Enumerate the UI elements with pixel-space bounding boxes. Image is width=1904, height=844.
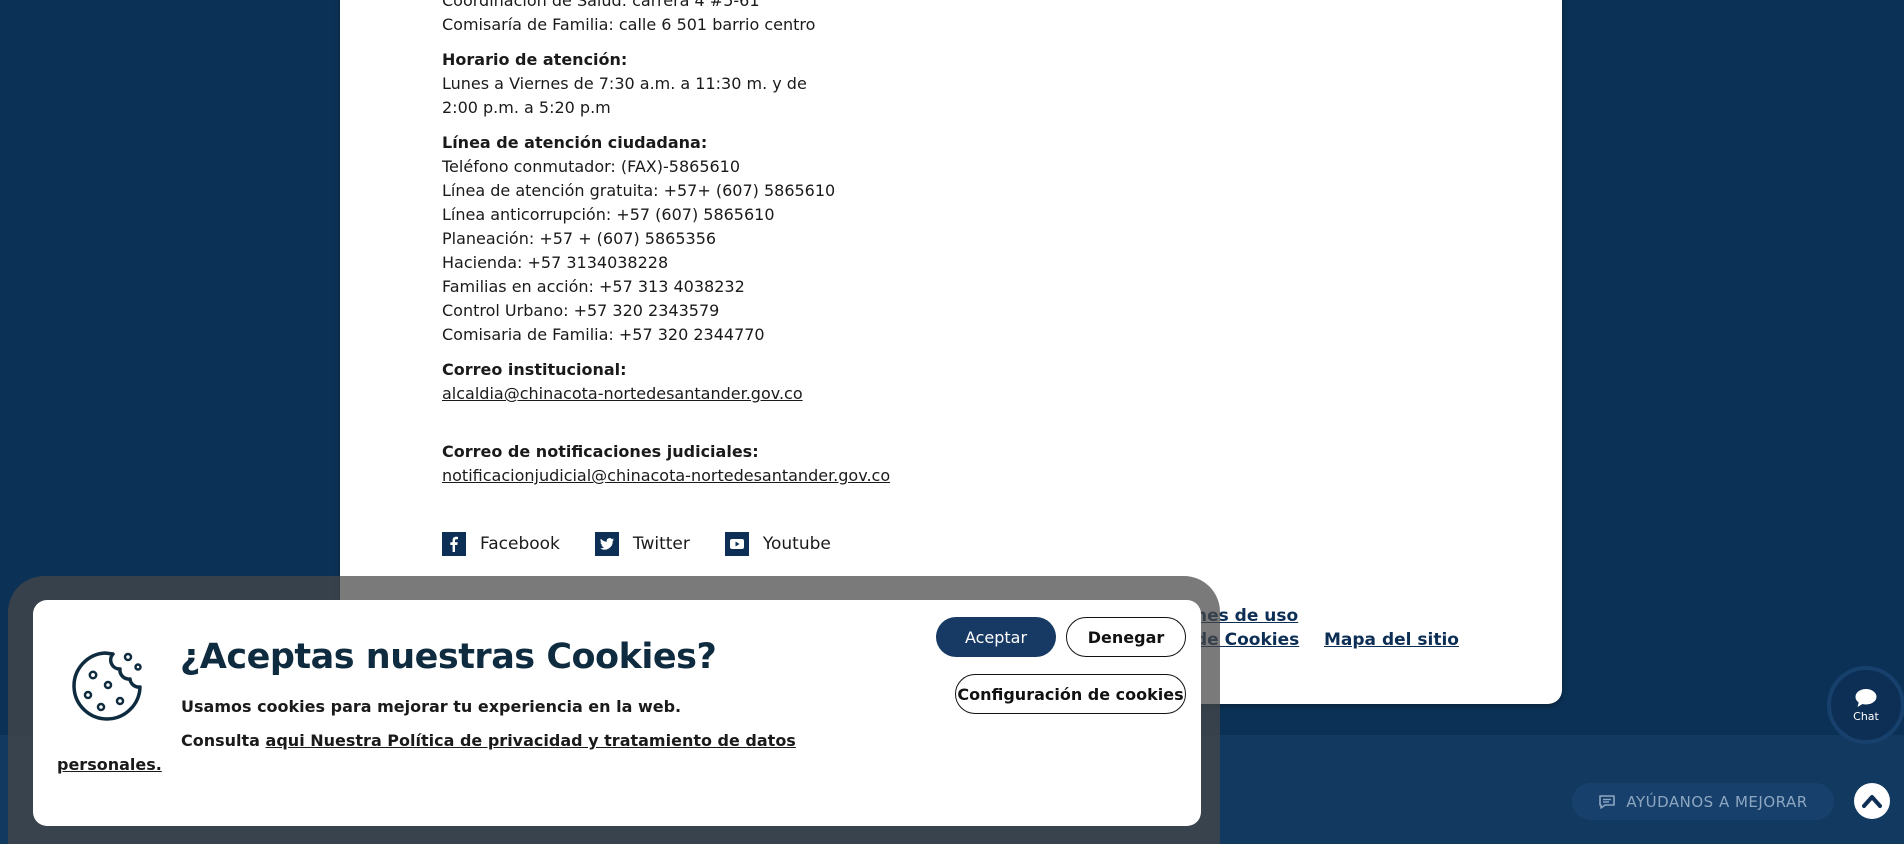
feedback-icon: [1599, 794, 1616, 809]
cookie-description: Usamos cookies para mejorar tu experienc…: [181, 697, 682, 716]
phone-item: Planeación: +57 + (607) 5865356: [442, 229, 717, 248]
citizen-line-heading: Línea de atención ciudadana:: [442, 133, 708, 152]
cookie-policy-text: Consulta aqui Nuestra Política de privac…: [181, 731, 796, 750]
phone-item: Línea anticorrupción: +57 (607) 5865610: [442, 205, 775, 224]
cookie-policy-text-cont: personales.: [57, 755, 162, 774]
privacy-policy-link-cont[interactable]: personales.: [57, 755, 162, 774]
phone-item: Control Urbano: +57 320 2343579: [442, 301, 720, 320]
phone-item: Familias en acción: +57 313 4038232: [442, 277, 745, 296]
schedule-heading: Horario de atención:: [442, 50, 628, 69]
cookie-settings-button[interactable]: Configuración de cookies: [955, 674, 1186, 714]
chat-button[interactable]: Chat: [1827, 666, 1904, 744]
youtube-link[interactable]: Youtube: [724, 532, 831, 556]
footer-sitemap-link[interactable]: Mapa del sitio: [1324, 630, 1459, 650]
chat-bubble-icon: [1855, 688, 1877, 707]
family-office-address: Comisaría de Familia: calle 6 501 barrio…: [442, 15, 816, 34]
contact-info: Coordinación de Salud: carrera 4 #5-61 C…: [442, 0, 962, 488]
cookie-policy-prefix: Consulta: [181, 731, 266, 750]
chevron-up-icon: [1862, 795, 1882, 808]
phone-item: Teléfono conmutador: (FAX)-5865610: [442, 157, 741, 176]
phone-item: Comisaria de Familia: +57 320 2344770: [442, 325, 765, 344]
facebook-link[interactable]: Facebook: [442, 532, 560, 556]
health-coordination-address: Coordinación de Salud: carrera 4 #5-61: [442, 0, 760, 10]
facebook-icon: [442, 532, 466, 556]
schedule-text: Lunes a Viernes de 7:30 a.m. a 11:30 m. …: [442, 74, 807, 117]
institutional-email-link[interactable]: alcaldia@chinacota-nortedesantander.gov.…: [442, 384, 803, 403]
youtube-icon: [724, 532, 749, 556]
social-links: Facebook Twitter Youtube: [442, 532, 831, 556]
accept-cookies-button[interactable]: Aceptar: [936, 617, 1056, 657]
chat-label: Chat: [1853, 709, 1879, 723]
phone-item: Línea de atención gratuita: +57+ (607) 5…: [442, 181, 836, 200]
judicial-email-link[interactable]: notificacionjudicial@chinacota-nortedesa…: [442, 466, 890, 485]
cookie-icon: [72, 651, 142, 721]
phone-item: Hacienda: +57 3134038228: [442, 253, 669, 272]
feedback-label: AYÚDANOS A MEJORAR: [1626, 792, 1808, 811]
privacy-policy-link[interactable]: aqui Nuestra Política de privacidad y tr…: [266, 731, 796, 750]
twitter-icon: [594, 532, 619, 556]
facebook-label: Facebook: [480, 534, 560, 554]
cookie-title: ¿Aceptas nuestras Cookies?: [180, 637, 717, 677]
email-heading: Correo institucional:: [442, 360, 627, 379]
feedback-button[interactable]: AYÚDANOS A MEJORAR: [1572, 783, 1834, 820]
youtube-label: Youtube: [762, 534, 831, 554]
deny-cookies-button[interactable]: Denegar: [1066, 617, 1186, 657]
twitter-link[interactable]: Twitter: [594, 532, 690, 556]
scroll-top-button[interactable]: [1854, 783, 1890, 819]
judicial-email-heading: Correo de notificaciones judiciales:: [442, 442, 759, 461]
twitter-label: Twitter: [632, 534, 690, 554]
